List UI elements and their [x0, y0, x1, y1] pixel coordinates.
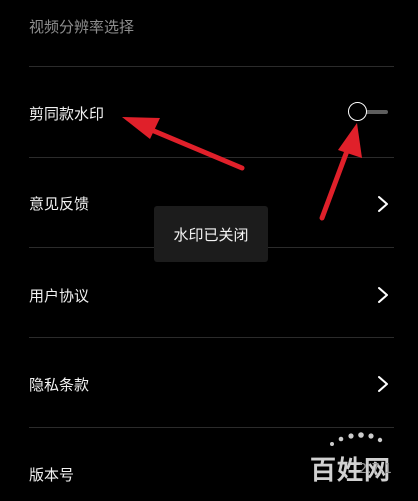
row-label-watermark: 剪同款水印 — [29, 105, 105, 123]
settings-row-privacy[interactable]: 隐私条款 — [0, 338, 418, 428]
row-label-privacy: 隐私条款 — [29, 376, 90, 394]
chevron-right-icon[interactable] — [376, 195, 390, 213]
row-label-user-agreement: 用户协议 — [29, 287, 90, 305]
toggle-knob — [348, 102, 367, 121]
row-label-feedback: 意见反馈 — [29, 195, 90, 213]
toast: 水印已关闭 — [154, 206, 268, 262]
settings-screen: 视频分辨率选择 剪同款水印 意见反馈 用户协议 隐私条款 版本号 百姓网 2.7… — [0, 0, 418, 501]
section-label-video-resolution[interactable]: 视频分辨率选择 — [29, 16, 134, 37]
chevron-right-icon[interactable] — [376, 375, 390, 393]
chevron-right-icon[interactable] — [376, 286, 390, 304]
row-label-version: 版本号 — [29, 466, 75, 484]
toast-message: 水印已关闭 — [173, 225, 249, 244]
watermark-dots-icon — [330, 432, 383, 446]
watermark-toggle[interactable] — [346, 100, 390, 126]
version-value: 2.7.1 — [358, 462, 392, 477]
